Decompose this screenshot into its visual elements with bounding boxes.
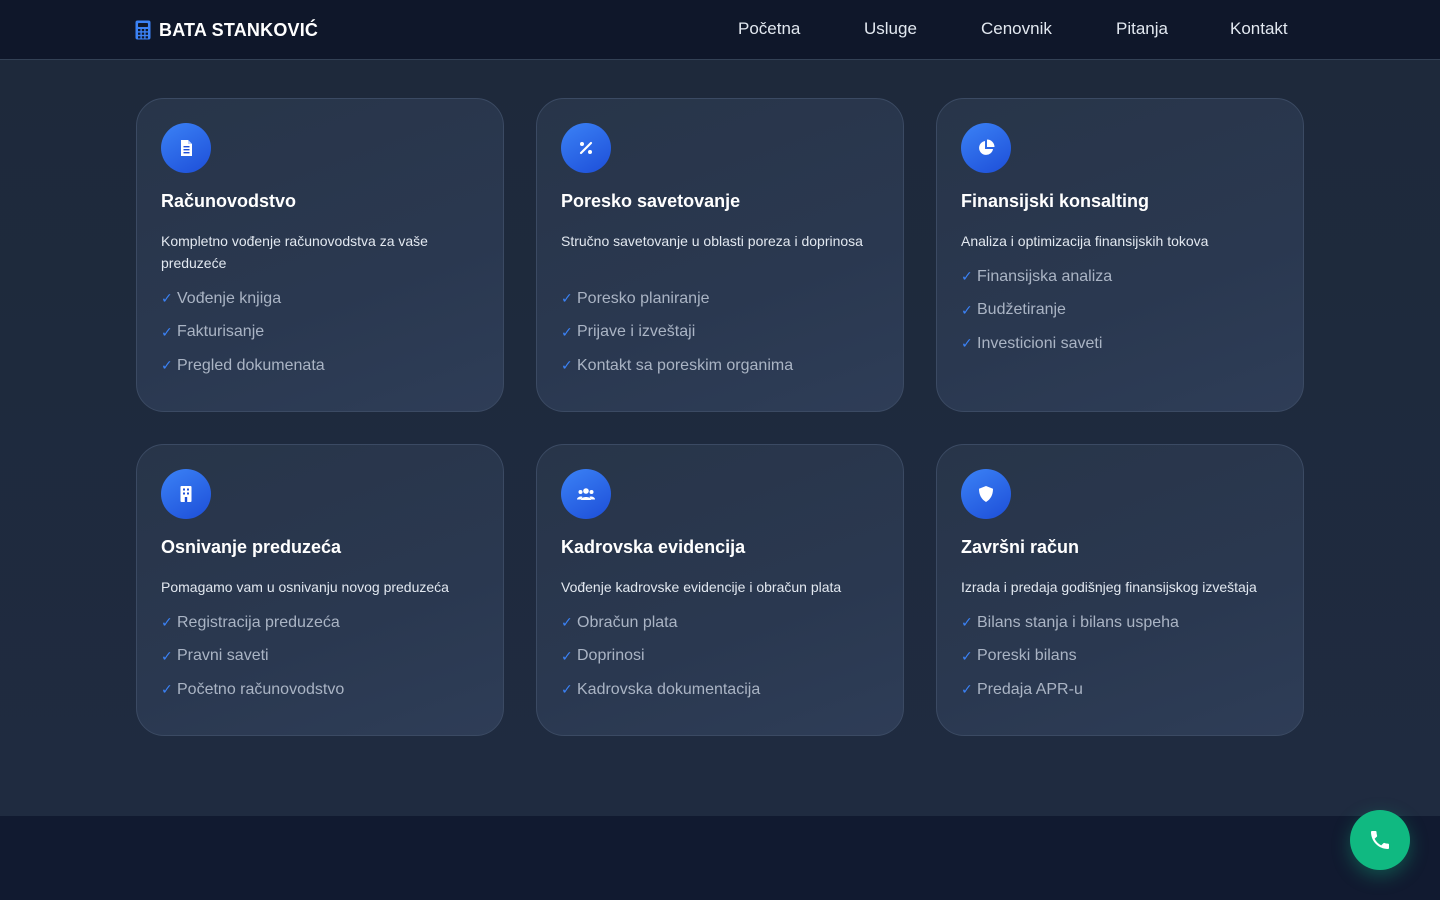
feature-item: ✓ Kontakt sa poreskim organima [561,356,794,374]
feature-list: ✓ Registracija preduzeća ✓ Pravni saveti ✓… [161,606,344,707]
check-icon: ✓ [161,647,173,664]
service-card-osnivanje-preduzeca: Osnivanje preduzeća Pomagamo vam u osniv… [136,444,504,736]
feature-list: ✓ Obračun plata ✓ Doprinosi ✓ Kadrovska dok… [561,606,760,707]
service-description: Izrada i predaja godišnjeg finansijskog … [961,579,1257,595]
building-icon [180,486,192,502]
feature-item: ✓ Budžetiranje [961,301,1066,319]
feature-item: ✓ Finansijska analiza [961,267,1113,285]
service-description: Vođenje kadrovske evidencije i obračun p… [561,579,842,595]
call-button[interactable] [1350,810,1410,870]
check-icon: ✓ [561,357,573,374]
feature-item: ✓ Prijave i izveštaji [561,323,696,341]
feature-list: ✓ Finansijska analiza ✓ Budžetiranje ✓ Inve… [961,260,1112,361]
check-icon: ✓ [961,614,973,631]
feature-item: ✓ Registracija preduzeća [161,613,340,631]
feature-item: ✓ Poreski bilans [961,647,1077,665]
check-icon: ✓ [161,681,173,698]
check-icon: ✓ [561,323,573,340]
feature-item: ✓ Početno računovodstvo [161,680,345,698]
feature-item: ✓ Obračun plata [561,613,678,631]
percent-icon [579,141,593,155]
service-title: Poresko savetovanje [561,191,741,211]
service-card-finansijski-konsalting: Finansijski konsalting Analiza i optimiz… [936,98,1304,412]
nav-link-kontakt[interactable]: Kontakt [1230,19,1288,39]
nav-link-pocetna[interactable]: Početna [738,19,800,39]
service-card-kadrovska-evidencija: Kadrovska evidencija Vođenje kadrovske e… [536,444,904,736]
service-title: Kadrovska evidencija [561,537,746,557]
feature-list: ✓ Bilans stanja i bilans uspeha ✓ Poreski … [961,606,1179,707]
check-icon: ✓ [161,357,173,374]
service-title: Završni račun [961,537,1080,557]
check-icon: ✓ [561,647,573,664]
document-icon [181,140,192,156]
service-title: Finansijski konsalting [961,191,1150,211]
feature-item: ✓ Predaja APR-u [961,680,1083,698]
service-card-poresko-savetovanje: Poresko savetovanje Stručno savetovanje … [536,98,904,412]
check-icon: ✓ [161,614,173,631]
check-icon: ✓ [961,335,973,352]
feature-item: ✓ Doprinosi [561,647,645,665]
check-icon: ✓ [561,290,573,307]
main-nav: Početna Usluge Cenovnik Pitanja Kontakt [0,0,1440,60]
feature-item: ✓ Bilans stanja i bilans uspeha [961,613,1179,631]
top-navbar: BATA STANKOVIĆ Početna Usluge Cenovnik P… [0,0,1440,60]
check-icon: ✓ [961,681,973,698]
nav-link-usluge[interactable]: Usluge [864,19,917,39]
nav-link-cenovnik[interactable]: Cenovnik [981,19,1052,39]
feature-item: ✓ Kadrovska dokumentacija [561,680,761,698]
service-description: Analiza i optimizacija finansijskih toko… [961,233,1209,249]
check-icon: ✓ [961,268,973,285]
service-card-racunovodstvo: Računovodstvo Kompletno vođenje računovo… [136,98,504,412]
shield-icon [979,486,993,502]
phone-icon [1371,831,1389,849]
check-icon: ✓ [561,614,573,631]
pie-chart-icon [979,139,995,155]
check-icon: ✓ [961,647,973,664]
feature-list: ✓ Vođenje knjiga ✓ Fakturisanje ✓ Pregled d… [161,282,325,383]
nav-link-pitanja[interactable]: Pitanja [1116,19,1168,39]
service-title: Računovodstvo [161,191,297,211]
users-icon [577,488,595,500]
service-description: Stručno savetovanje u oblasti poreza i d… [561,233,863,249]
feature-item: ✓ Pregled dokumenata [161,356,325,374]
feature-item: ✓ Investicioni saveti [961,334,1103,352]
feature-item: ✓ Vođenje knjiga [161,289,282,307]
check-icon: ✓ [961,301,973,318]
feature-item: ✓ Pravni saveti [161,647,269,665]
service-description: Pomagamo vam u osnivanju novog preduzeća [161,579,449,595]
feature-list: ✓ Poresko planiranje ✓ Prijave i izveštaji… [561,282,793,383]
service-title: Osnivanje preduzeća [161,537,342,557]
feature-item: ✓ Poresko planiranje [561,289,710,307]
check-icon: ✓ [161,323,173,340]
check-icon: ✓ [161,290,173,307]
service-description: Kompletno vođenje računovodstva za vaše … [161,233,428,271]
feature-item: ✓ Fakturisanje [161,323,265,341]
service-card-zavrsni-racun: Završni račun Izrada i predaja godišnjeg… [936,444,1304,736]
next-section-band [0,816,1440,900]
check-icon: ✓ [561,681,573,698]
